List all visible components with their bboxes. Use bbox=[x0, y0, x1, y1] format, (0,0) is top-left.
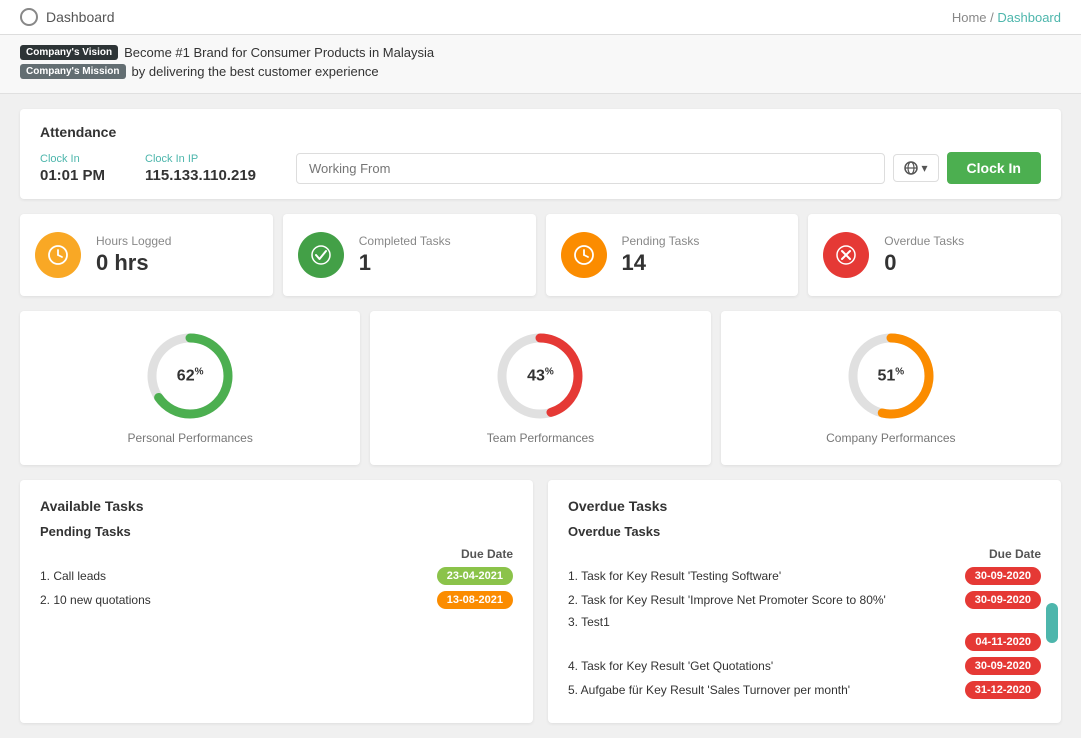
perf-card-personal: 62% Personal Performances bbox=[20, 311, 360, 465]
dashboard-icon bbox=[20, 8, 38, 26]
overdue-due-5: 31-12-2020 bbox=[965, 681, 1041, 699]
overdue-item-3-row: 04-11-2020 bbox=[568, 633, 1041, 651]
clock-in-value: 01:01 PM bbox=[40, 167, 105, 184]
stat-label-hours: Hours Logged bbox=[96, 234, 171, 248]
mission-row: Company's Mission by delivering the best… bbox=[20, 64, 1061, 79]
task-text-1: 1. Call leads bbox=[40, 569, 106, 583]
team-percent: 43% bbox=[527, 366, 554, 385]
overdue-text-5: 5. Aufgabe für Key Result 'Sales Turnove… bbox=[568, 683, 850, 697]
personal-donut: 62% bbox=[145, 331, 235, 421]
stat-info-pending: Pending Tasks 14 bbox=[622, 234, 700, 276]
perf-card-company: 51% Company Performances bbox=[721, 311, 1061, 465]
nav-title: Dashboard bbox=[46, 9, 115, 25]
overdue-item-4: 4. Task for Key Result 'Get Quotations' … bbox=[568, 657, 1041, 675]
available-tasks-card: Available Tasks Pending Tasks Due Date 1… bbox=[20, 480, 533, 723]
overdue-tasks-subtitle: Overdue Tasks bbox=[568, 524, 1041, 539]
check-icon bbox=[310, 244, 332, 266]
stat-value-pending: 14 bbox=[622, 250, 700, 276]
overdue-icon-circle bbox=[823, 232, 869, 278]
top-nav: Dashboard Home / Dashboard bbox=[0, 0, 1081, 35]
personal-perf-label: Personal Performances bbox=[127, 431, 252, 445]
working-from-input[interactable] bbox=[296, 153, 884, 184]
stat-value-overdue: 0 bbox=[884, 250, 964, 276]
stat-card-hours: Hours Logged 0 hrs bbox=[20, 214, 273, 296]
pending-icon-circle bbox=[561, 232, 607, 278]
overdue-text-2: 2. Task for Key Result 'Improve Net Prom… bbox=[568, 593, 886, 607]
available-due-date-header: Due Date bbox=[40, 547, 513, 561]
stat-info-hours: Hours Logged 0 hrs bbox=[96, 234, 171, 276]
overdue-tasks-title: Overdue Tasks bbox=[568, 498, 1041, 514]
overdue-due-3: 04-11-2020 bbox=[965, 633, 1041, 651]
stat-label-completed: Completed Tasks bbox=[359, 234, 451, 248]
company-donut: 51% bbox=[846, 331, 936, 421]
company-percent: 51% bbox=[877, 366, 904, 385]
globe-dropdown-arrow: ▾ bbox=[922, 161, 928, 175]
attendance-row: Clock In 01:01 PM Clock In IP 115.133.11… bbox=[40, 152, 1041, 184]
tasks-section: Available Tasks Pending Tasks Due Date 1… bbox=[20, 480, 1061, 723]
stats-row: Hours Logged 0 hrs Completed Tasks 1 bbox=[20, 214, 1061, 296]
stat-card-pending: Pending Tasks 14 bbox=[546, 214, 799, 296]
overdue-due-4: 30-09-2020 bbox=[965, 657, 1041, 675]
vision-text: Become #1 Brand for Consumer Products in… bbox=[124, 45, 434, 60]
clock-in-button[interactable]: Clock In bbox=[947, 152, 1041, 184]
clock-in-ip-label: Clock In IP bbox=[145, 153, 256, 165]
task-text-2: 2. 10 new quotations bbox=[40, 593, 151, 607]
main-content: Attendance Clock In 01:01 PM Clock In IP… bbox=[0, 94, 1081, 738]
scrollbar-indicator[interactable] bbox=[1046, 603, 1058, 643]
breadcrumb-current[interactable]: Dashboard bbox=[997, 10, 1061, 25]
mission-badge: Company's Mission bbox=[20, 64, 126, 79]
banner-section: Company's Vision Become #1 Brand for Con… bbox=[0, 35, 1081, 94]
task-item-2: 2. 10 new quotations 13-08-2021 bbox=[40, 591, 513, 609]
overdue-item-5: 5. Aufgabe für Key Result 'Sales Turnove… bbox=[568, 681, 1041, 699]
hours-icon-circle bbox=[35, 232, 81, 278]
team-donut: 43% bbox=[495, 331, 585, 421]
task-due-2: 13-08-2021 bbox=[437, 591, 513, 609]
stat-label-pending: Pending Tasks bbox=[622, 234, 700, 248]
task-item-1: 1. Call leads 23-04-2021 bbox=[40, 567, 513, 585]
clock-in-field: Clock In 01:01 PM bbox=[40, 153, 105, 184]
overdue-item-2: 2. Task for Key Result 'Improve Net Prom… bbox=[568, 591, 1041, 609]
stat-card-completed: Completed Tasks 1 bbox=[283, 214, 536, 296]
personal-percent: 62% bbox=[177, 366, 204, 385]
breadcrumb-home: Home bbox=[952, 10, 987, 25]
task-due-1: 23-04-2021 bbox=[437, 567, 513, 585]
completed-icon-circle bbox=[298, 232, 344, 278]
clock-in-label: Clock In bbox=[40, 153, 105, 165]
team-perf-label: Team Performances bbox=[487, 431, 594, 445]
clock-icon bbox=[47, 244, 69, 266]
clock-in-ip-value: 115.133.110.219 bbox=[145, 167, 256, 184]
breadcrumb: Home / Dashboard bbox=[952, 10, 1061, 25]
stat-value-completed: 1 bbox=[359, 250, 451, 276]
mission-text: by delivering the best customer experien… bbox=[132, 64, 379, 79]
overdue-due-2: 30-09-2020 bbox=[965, 591, 1041, 609]
stat-info-completed: Completed Tasks 1 bbox=[359, 234, 451, 276]
overdue-tasks-card: Overdue Tasks Overdue Tasks Due Date 1. … bbox=[548, 480, 1061, 723]
vision-row: Company's Vision Become #1 Brand for Con… bbox=[20, 45, 1061, 60]
pending-tasks-subtitle: Pending Tasks bbox=[40, 524, 513, 539]
overdue-text-1: 1. Task for Key Result 'Testing Software… bbox=[568, 569, 781, 583]
overdue-item-1: 1. Task for Key Result 'Testing Software… bbox=[568, 567, 1041, 585]
overdue-due-1: 30-09-2020 bbox=[965, 567, 1041, 585]
available-tasks-title: Available Tasks bbox=[40, 498, 513, 514]
overdue-due-date-header: Due Date bbox=[568, 547, 1041, 561]
globe-button[interactable]: ▾ bbox=[893, 154, 939, 182]
overdue-text-4: 4. Task for Key Result 'Get Quotations' bbox=[568, 659, 773, 673]
stat-info-overdue: Overdue Tasks 0 bbox=[884, 234, 964, 276]
working-from-wrapper: ▾ Clock In bbox=[296, 152, 1041, 184]
performance-row: 62% Personal Performances 43% Team Perfo… bbox=[20, 311, 1061, 465]
company-perf-label: Company Performances bbox=[826, 431, 955, 445]
attendance-title: Attendance bbox=[40, 124, 1041, 140]
stat-value-hours: 0 hrs bbox=[96, 250, 171, 276]
globe-icon bbox=[904, 161, 918, 175]
clock-in-ip-field: Clock In IP 115.133.110.219 bbox=[145, 153, 256, 184]
nav-title-area: Dashboard bbox=[20, 8, 115, 26]
stat-card-overdue: Overdue Tasks 0 bbox=[808, 214, 1061, 296]
close-icon bbox=[835, 244, 857, 266]
vision-badge: Company's Vision bbox=[20, 45, 118, 60]
stat-label-overdue: Overdue Tasks bbox=[884, 234, 964, 248]
attendance-card: Attendance Clock In 01:01 PM Clock In IP… bbox=[20, 109, 1061, 199]
overdue-item-3: 3. Test1 bbox=[568, 615, 1041, 629]
perf-card-team: 43% Team Performances bbox=[370, 311, 710, 465]
pending-clock-icon bbox=[573, 244, 595, 266]
